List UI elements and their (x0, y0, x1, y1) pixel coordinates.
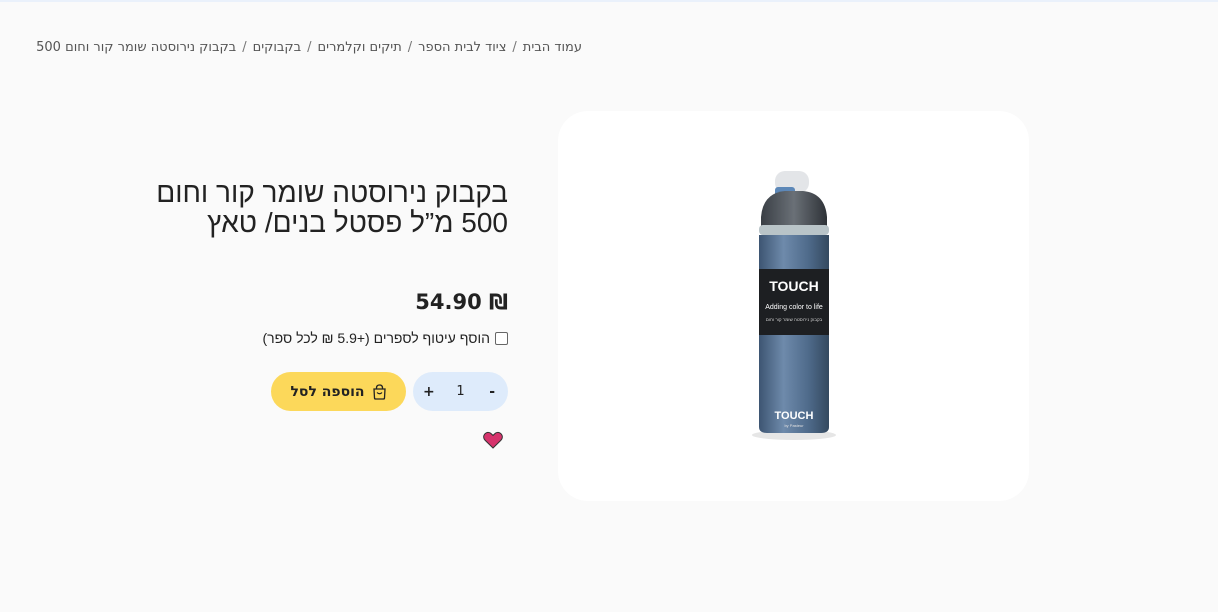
book-wrap-label: הוסף עיטוף לספרים (+5.9 ₪ לכל ספר) (262, 330, 491, 346)
bottle-fine-print: בקבוק נירוסטה שומר קור וחום (765, 317, 822, 322)
add-to-cart-button[interactable]: הוספה לסל (271, 372, 406, 411)
breadcrumb-bottles[interactable]: בקבוקים (253, 40, 302, 55)
breadcrumb: עמוד הבית / ציוד לבית הספר / תיקים וקלמר… (36, 40, 582, 55)
add-to-cart-label: הוספה לסל (290, 383, 365, 400)
bottle-tagline-text: Adding color to life (765, 304, 823, 311)
breadcrumb-bags-pencilcases[interactable]: תיקים וקלמרים (318, 40, 402, 55)
quantity-stepper: + 1 - (413, 372, 508, 411)
breadcrumb-separator: / (307, 40, 312, 55)
bottle-bottom-brand: TOUCH (774, 410, 813, 422)
top-divider (0, 0, 1218, 2)
quantity-increase-button[interactable]: + (419, 384, 439, 400)
breadcrumb-separator: / (512, 40, 517, 55)
product-image: TOUCH Adding color to life בקבוק נירוסטה… (751, 170, 836, 440)
quantity-decrease-button[interactable]: - (482, 384, 502, 400)
product-title: בקבוק נירוסטה שומר קור וחום 500 מ”ל פסטל… (88, 178, 508, 238)
breadcrumb-separator: / (242, 40, 247, 55)
product-title-line1: בקבוק נירוסטה שומר קור וחום (156, 177, 508, 208)
bottle-bottom-by: by Pasteur (784, 423, 804, 428)
product-price: ₪ 54.90 (415, 290, 508, 314)
breadcrumb-school-supplies[interactable]: ציוד לבית הספר (418, 40, 506, 55)
product-image-card[interactable]: TOUCH Adding color to life בקבוק נירוסטה… (558, 111, 1029, 501)
breadcrumb-current: בקבוק נירוסטה שומר קור וחום 500 (36, 40, 237, 55)
product-title-line2: 500 מ”ל פסטל בנים/ טאץ (207, 207, 508, 238)
product-info: בקבוק נירוסטה שומר קור וחום 500 מ”ל פסטל… (88, 178, 508, 238)
bag-icon (372, 383, 387, 400)
bottle-brand-text: TOUCH (769, 278, 819, 294)
book-wrap-option[interactable]: הוסף עיטוף לספרים (+5.9 ₪ לכל ספר) (262, 330, 508, 346)
breadcrumb-separator: / (407, 40, 413, 55)
quantity-input[interactable]: 1 (450, 384, 470, 399)
wishlist-heart-icon[interactable] (483, 431, 503, 449)
book-wrap-checkbox[interactable] (495, 331, 508, 345)
breadcrumb-home[interactable]: עמוד הבית (523, 40, 582, 55)
